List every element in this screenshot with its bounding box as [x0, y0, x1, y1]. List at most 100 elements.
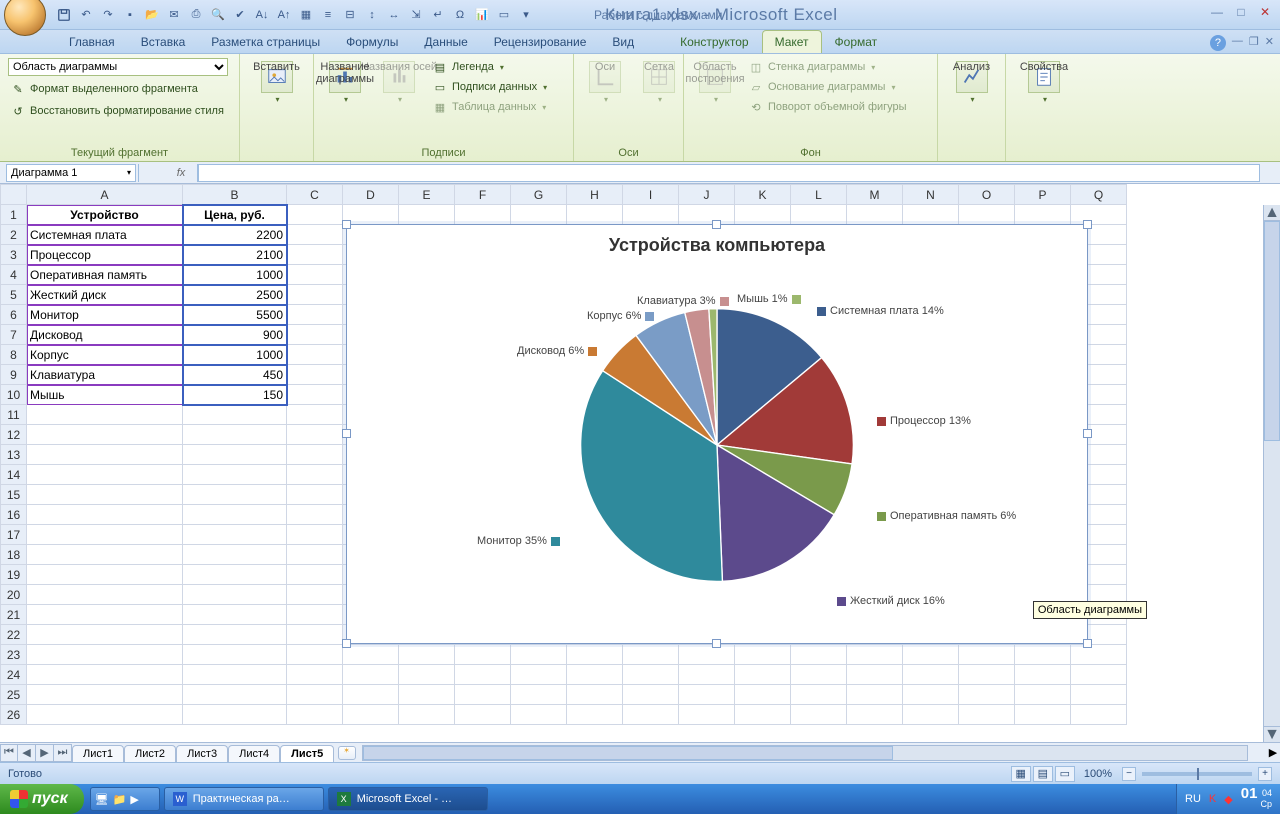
row-header[interactable]: 26 [1, 705, 27, 725]
cell[interactable] [27, 645, 183, 665]
cell[interactable] [27, 625, 183, 645]
cell[interactable] [847, 705, 903, 725]
print-quick-icon[interactable]: ⎙ [188, 7, 204, 23]
column-header[interactable]: P [1015, 185, 1071, 205]
cell[interactable] [399, 645, 455, 665]
cell[interactable] [455, 685, 511, 705]
cell[interactable] [1071, 705, 1127, 725]
maximize-icon[interactable]: □ [1232, 4, 1250, 20]
cell[interactable] [183, 565, 287, 585]
cell[interactable] [511, 685, 567, 705]
tab-home[interactable]: Главная [56, 30, 128, 53]
cell[interactable] [27, 445, 183, 465]
cell[interactable]: Жесткий диск [27, 285, 183, 305]
cell[interactable] [511, 705, 567, 725]
cell[interactable] [287, 625, 343, 645]
column-header[interactable]: N [903, 185, 959, 205]
cell[interactable] [287, 325, 343, 345]
cell[interactable] [959, 685, 1015, 705]
row-header[interactable]: 17 [1, 525, 27, 545]
cell[interactable] [791, 685, 847, 705]
scroll-right-icon[interactable]: ▶ [1266, 746, 1280, 759]
fx-icon[interactable]: fx [169, 167, 193, 179]
taskbar-item-excel[interactable]: X Microsoft Excel - … [328, 787, 488, 811]
sheet-nav-prev-icon[interactable]: ◀ [18, 744, 36, 762]
cell[interactable] [287, 645, 343, 665]
row-header[interactable]: 1 [1, 205, 27, 225]
cell[interactable]: Цена, руб. [183, 205, 287, 225]
cell[interactable]: 5500 [183, 305, 287, 325]
sheet-tab[interactable]: Лист5 [280, 745, 334, 762]
cell[interactable] [287, 705, 343, 725]
cell[interactable]: Оперативная память [27, 265, 183, 285]
cell[interactable] [27, 685, 183, 705]
chart-title-text[interactable]: Устройства компьютера [347, 235, 1087, 256]
spell-icon[interactable]: ✔ [232, 7, 248, 23]
cell[interactable] [623, 205, 679, 225]
tab-review[interactable]: Рецензирование [481, 30, 600, 53]
gridlines-button[interactable]: Сетка [636, 58, 682, 107]
worksheet-grid[interactable]: ABCDEFGHIJKLMNOPQ1УстройствоЦена, руб.2С… [0, 184, 1280, 742]
row-header[interactable]: 15 [1, 485, 27, 505]
chart-object[interactable]: Устройства компьютера Системная плата 14… [346, 224, 1088, 644]
row-header[interactable]: 13 [1, 445, 27, 465]
cell[interactable] [567, 205, 623, 225]
cell[interactable] [1015, 685, 1071, 705]
cell[interactable] [183, 685, 287, 705]
cell[interactable] [343, 705, 399, 725]
row-header[interactable]: 8 [1, 345, 27, 365]
cell[interactable] [287, 585, 343, 605]
minimize-icon[interactable]: — [1208, 4, 1226, 20]
view-normal-icon[interactable]: ▦ [1011, 766, 1031, 782]
name-box[interactable]: Диаграмма 1▾ [6, 164, 136, 182]
tab-layout[interactable]: Макет [762, 30, 822, 53]
cell[interactable]: 2500 [183, 285, 287, 305]
player-icon[interactable]: ▶ [130, 793, 138, 806]
cell[interactable] [1015, 665, 1071, 685]
tab-insert[interactable]: Вставка [128, 30, 199, 53]
cell[interactable] [959, 705, 1015, 725]
plot-area-button[interactable]: Область построения [692, 58, 738, 107]
row-header[interactable]: 2 [1, 225, 27, 245]
sort-asc-icon[interactable]: A↓ [254, 7, 270, 23]
row-header[interactable]: 25 [1, 685, 27, 705]
column-header[interactable]: I [623, 185, 679, 205]
cell[interactable] [679, 665, 735, 685]
cell[interactable] [455, 705, 511, 725]
tab-view[interactable]: Вид [599, 30, 647, 53]
row-header[interactable]: 5 [1, 285, 27, 305]
insert-button[interactable]: Вставить [248, 58, 305, 107]
new-icon[interactable]: ▪ [122, 7, 138, 23]
row-height-icon[interactable]: ↕ [364, 7, 380, 23]
cell[interactable] [183, 485, 287, 505]
cell[interactable] [287, 545, 343, 565]
cell[interactable] [183, 605, 287, 625]
lang-indicator[interactable]: RU [1185, 793, 1201, 805]
column-header[interactable]: G [511, 185, 567, 205]
cell[interactable] [27, 405, 183, 425]
sheet-nav-first-icon[interactable]: ⏮ [0, 744, 18, 762]
column-header[interactable]: Q [1071, 185, 1127, 205]
cell[interactable] [399, 685, 455, 705]
cell[interactable] [511, 645, 567, 665]
cell[interactable] [679, 685, 735, 705]
cell[interactable] [287, 285, 343, 305]
cell[interactable] [623, 685, 679, 705]
row-header[interactable]: 16 [1, 505, 27, 525]
column-header[interactable]: D [343, 185, 399, 205]
row-header[interactable]: 6 [1, 305, 27, 325]
row-header[interactable]: 18 [1, 545, 27, 565]
view-layout-icon[interactable]: ▤ [1033, 766, 1053, 782]
data-labels-button[interactable]: ▭Подписи данных [430, 78, 549, 96]
scroll-up-icon[interactable]: ▲ [1264, 205, 1280, 221]
tab-design[interactable]: Конструктор [667, 30, 761, 53]
open-icon[interactable]: 📂 [144, 7, 160, 23]
scroll-down-icon[interactable]: ▼ [1264, 726, 1280, 742]
cell[interactable] [791, 645, 847, 665]
cell[interactable] [27, 425, 183, 445]
save-icon[interactable] [56, 7, 72, 23]
cell[interactable] [287, 465, 343, 485]
tray-icon[interactable]: K [1209, 793, 1216, 805]
sheet-tab[interactable]: Лист2 [124, 745, 176, 762]
row-header[interactable]: 10 [1, 385, 27, 405]
